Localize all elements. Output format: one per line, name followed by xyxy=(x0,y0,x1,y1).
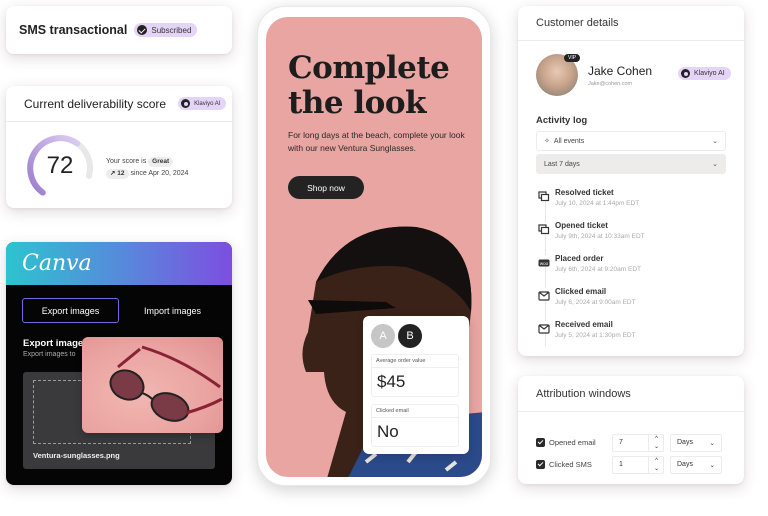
subscribed-label: Subscribed xyxy=(151,25,192,35)
customer-email: Jake@cohen.com xyxy=(588,81,633,87)
score-info: Your score is Great ↗ 12 since Apr 20, 2… xyxy=(106,156,188,180)
klaviyo-ai-badge: Klaviyo AI xyxy=(178,97,227,110)
export-section-subtitle: Export images to xyxy=(23,351,76,358)
woo-icon: woo xyxy=(538,255,550,267)
event-date: July 10, 2024 at 1:44pm EDT xyxy=(555,200,640,207)
window-unit-select[interactable]: Days ⌄ xyxy=(670,434,722,452)
chevron-down-icon: ⌄ xyxy=(709,462,715,469)
headline-line-1: Complete xyxy=(288,50,450,86)
sms-title: SMS transactional xyxy=(19,23,128,37)
chevron-up-icon[interactable]: ^ xyxy=(655,458,658,464)
klaviyo-ai-label: Klaviyo AI xyxy=(694,70,725,77)
score-value: 72 xyxy=(46,152,74,179)
deliverability-title: Current deliverability score xyxy=(24,96,167,111)
trend-up-icon: ↗ xyxy=(110,170,116,177)
tab-import-images[interactable]: Import images xyxy=(124,298,221,323)
metric-average-order-value: Average order value $45 xyxy=(371,354,459,397)
vip-badge: VIP xyxy=(564,54,581,62)
attribution-windows-card: Attribution windows Opened email 7 ^ ⌄ Da… xyxy=(518,376,744,484)
sparkle-icon: ✧ xyxy=(544,138,550,145)
chevron-down-icon[interactable]: ⌄ xyxy=(654,466,659,472)
events-filter-dropdown[interactable]: ✧ All events ⌄ xyxy=(536,131,726,151)
date-range-value: Last 7 days xyxy=(544,160,580,168)
export-section-title: Export images xyxy=(23,338,89,349)
file-name: Ventura-sunglasses.png xyxy=(33,451,120,460)
klaviyo-ai-icon xyxy=(681,69,690,78)
subscribed-badge: Subscribed xyxy=(134,23,198,37)
event-title: Resolved ticket xyxy=(555,188,614,197)
klaviyo-ai-badge: Klaviyo AI xyxy=(678,67,731,80)
activity-log-title: Activity log xyxy=(536,115,588,126)
row-label: Clicked SMS xyxy=(549,460,592,469)
event-date: July 6, 2024 at 9:00am EDT xyxy=(555,299,636,306)
activity-event[interactable]: Opened ticket July 9th, 2024 at 10:33am E… xyxy=(538,221,728,251)
deliverability-header: Current deliverability score Klaviyo AI xyxy=(6,86,232,122)
tab-export-images[interactable]: Export images xyxy=(22,298,119,323)
since-date: since Apr 20, 2024 xyxy=(130,170,189,177)
deliverability-card: Current deliverability score Klaviyo AI … xyxy=(6,86,232,208)
event-title: Clicked email xyxy=(555,287,607,296)
event-title: Received email xyxy=(555,320,613,329)
activity-event[interactable]: Resolved ticket July 10, 2024 at 1:44pm E… xyxy=(538,188,728,218)
activity-event[interactable]: woo Placed order July 6th, 2024 at 9:20am … xyxy=(538,254,728,284)
event-date: July 9th, 2024 at 10:33am EDT xyxy=(555,233,645,240)
metric-value: $45 xyxy=(377,372,406,391)
attribution-row-clicked-sms: Clicked SMS 1 ^ ⌄ Days ⌄ xyxy=(536,456,736,474)
check-circle-icon xyxy=(137,25,148,35)
sunglasses-illustration xyxy=(109,345,223,422)
event-date: July 5, 2024 at 1:30pm EDT xyxy=(555,332,636,339)
ticket-icon xyxy=(538,189,550,202)
email-headline: Complete the look xyxy=(288,51,478,121)
chevron-down-icon: ⌄ xyxy=(709,440,715,447)
variant-a-button[interactable]: A xyxy=(371,324,395,348)
canva-banner: Canva xyxy=(6,242,232,285)
attribution-title: Attribution windows xyxy=(518,376,744,412)
chevron-down-icon[interactable]: ⌄ xyxy=(654,444,659,450)
email-icon xyxy=(538,288,550,301)
event-date: July 6th, 2024 at 9:20am EDT xyxy=(555,266,641,273)
customer-details-card: Customer details VIP Jake Cohen Jake@coh… xyxy=(518,6,744,356)
change-badge: ↗ 12 xyxy=(106,169,129,179)
email-body: For long days at the beach, complete you… xyxy=(288,130,465,153)
chevron-down-icon: ⌄ xyxy=(712,138,718,145)
stepper[interactable]: ^ ⌄ xyxy=(648,457,664,473)
attribution-row-opened-email: Opened email 7 ^ ⌄ Days ⌄ xyxy=(536,434,736,452)
activity-event[interactable]: Clicked email July 6, 2024 at 9:00am EDT xyxy=(538,287,728,317)
activity-event[interactable]: Received email July 5, 2024 at 1:30pm EDT xyxy=(538,320,728,350)
date-range-dropdown[interactable]: Last 7 days ⌄ xyxy=(536,154,726,174)
email-icon xyxy=(538,321,550,334)
sunglasses-image[interactable] xyxy=(82,337,223,433)
customer-name: Jake Cohen xyxy=(588,64,653,78)
rating-badge: Great xyxy=(148,157,174,167)
klaviyo-ai-label: Klaviyo AI xyxy=(194,100,221,107)
clicked-sms-checkbox[interactable] xyxy=(536,460,545,469)
canva-logo: Canva xyxy=(22,251,92,276)
ticket-icon xyxy=(538,222,550,235)
event-title: Opened ticket xyxy=(555,221,608,230)
unit-value: Days xyxy=(677,439,693,446)
ab-test-card: A B Average order value $45 Clicked emai… xyxy=(363,316,469,454)
sms-transactional-card: SMS transactional Subscribed xyxy=(6,6,232,54)
chevron-up-icon[interactable]: ^ xyxy=(655,436,658,442)
metric-value: No xyxy=(377,422,399,441)
opened-email-checkbox[interactable] xyxy=(536,438,545,447)
metric-label: Average order value xyxy=(372,355,458,368)
customer-details-title: Customer details xyxy=(518,6,744,41)
unit-value: Days xyxy=(677,461,693,468)
svg-text:woo: woo xyxy=(540,261,549,266)
events-filter-value: All events xyxy=(553,137,585,145)
score-prefix: Your score is xyxy=(106,158,147,165)
metric-label: Clicked email xyxy=(372,405,458,418)
metric-clicked-email: Clicked email No xyxy=(371,404,459,447)
event-title: Placed order xyxy=(555,254,604,263)
headline-line-2: the look xyxy=(288,85,426,121)
stepper[interactable]: ^ ⌄ xyxy=(648,435,664,451)
shop-now-button[interactable]: Shop now xyxy=(288,176,364,199)
klaviyo-ai-icon xyxy=(181,99,191,108)
window-unit-select[interactable]: Days ⌄ xyxy=(670,456,722,474)
variant-b-button[interactable]: B xyxy=(398,324,422,348)
change-value: 12 xyxy=(117,170,125,177)
row-label: Opened email xyxy=(549,438,596,447)
chevron-down-icon: ⌄ xyxy=(712,161,718,168)
